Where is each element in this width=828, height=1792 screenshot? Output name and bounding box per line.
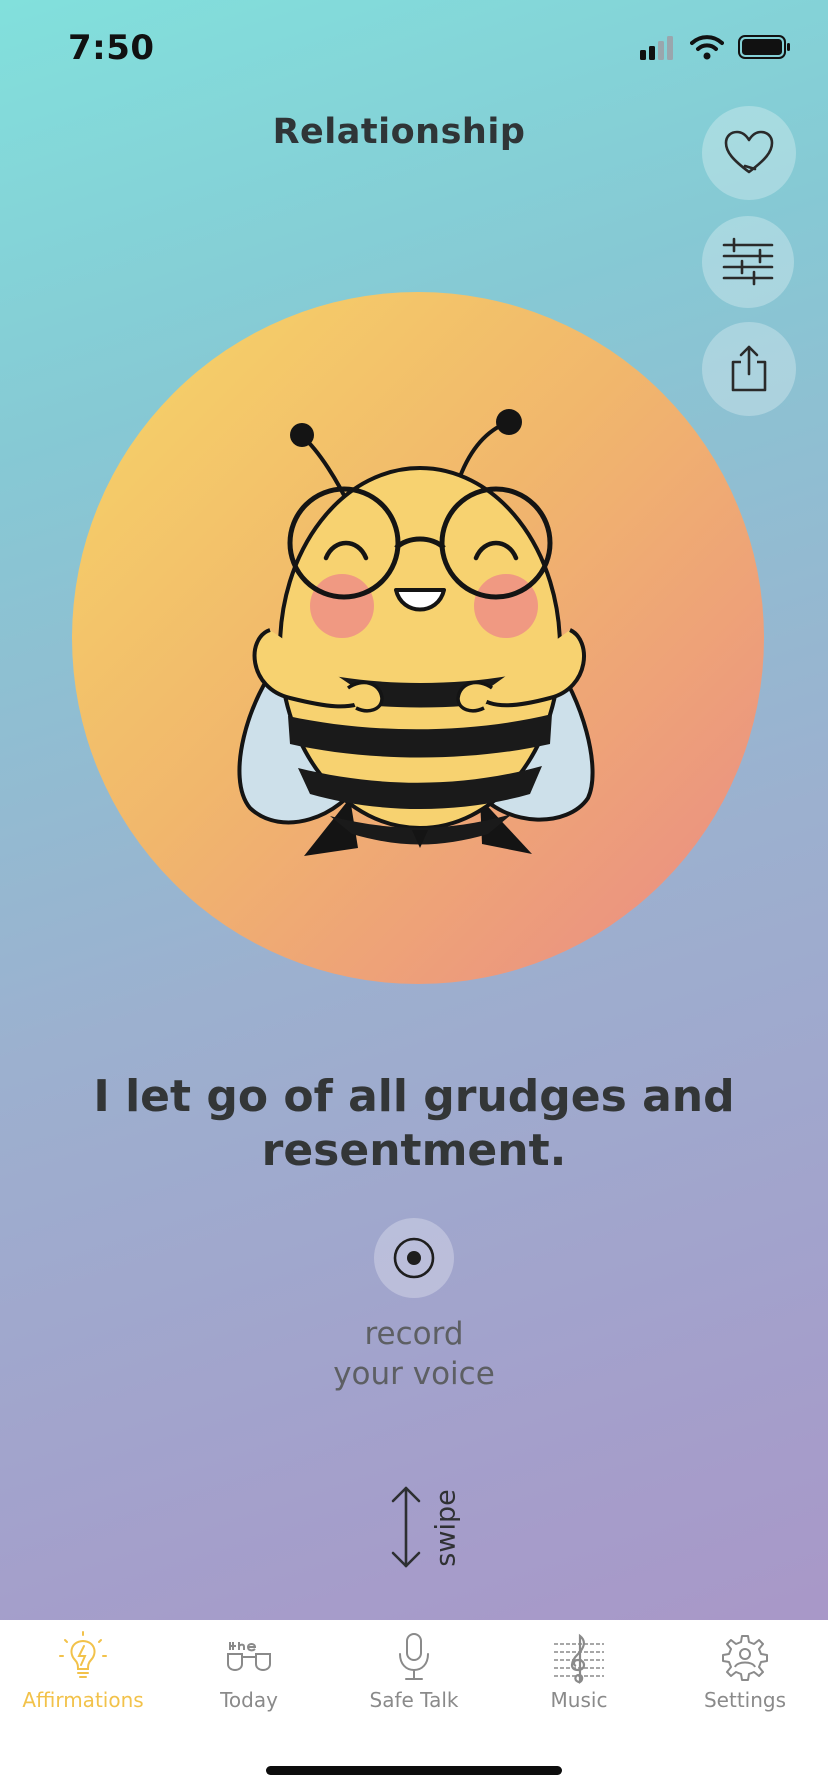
battery-icon [738, 35, 790, 59]
tab-label: Today [220, 1688, 278, 1712]
lightbulb-icon [59, 1631, 107, 1678]
category-title[interactable]: Relationship [0, 112, 798, 152]
share-icon [731, 345, 767, 392]
affirmation-text: I let go of all grudges and resentment. [93, 1071, 735, 1176]
favorite-button[interactable] [702, 106, 796, 200]
record-icon [393, 1237, 435, 1279]
tab-label: Safe Talk [369, 1688, 459, 1712]
record-voice-label[interactable]: record your voice [264, 1314, 564, 1394]
swipe-label: swipe [430, 1489, 462, 1567]
tab-settings[interactable]: Settings [662, 1630, 828, 1730]
tab-label: Music [550, 1688, 608, 1712]
tab-music[interactable]: Music [496, 1630, 662, 1730]
signal-icon [640, 36, 673, 60]
tab-today[interactable]: Today [166, 1630, 332, 1730]
record-label-line2: your voice [333, 1356, 495, 1392]
status-time: 7:50 [68, 28, 155, 68]
bee-illustration [237, 409, 595, 856]
gear-icon [722, 1635, 768, 1681]
sliders-icon [722, 237, 774, 286]
tab-label: Settings [703, 1688, 787, 1712]
microphone-icon [399, 1633, 429, 1680]
screen: 7:50 Relationship I let go of all grudge… [0, 0, 828, 1792]
tab-label: Affirmations [22, 1688, 144, 1712]
home-indicator [266, 1766, 562, 1775]
music-icon [554, 1633, 604, 1684]
glasses-icon [227, 1642, 271, 1671]
record-voice-button[interactable] [374, 1218, 454, 1298]
heart-icon [724, 130, 774, 174]
status-bar: 7:50 [0, 0, 828, 100]
tab-safe-talk[interactable]: Safe Talk [331, 1630, 497, 1730]
status-icons [640, 34, 792, 60]
wifi-icon [690, 35, 724, 60]
swipe-arrow-icon [391, 1486, 421, 1568]
share-button[interactable] [702, 322, 796, 416]
customize-button[interactable] [702, 216, 794, 308]
record-label-line1: record [364, 1316, 464, 1352]
tab-affirmations[interactable]: Affirmations [0, 1630, 166, 1730]
